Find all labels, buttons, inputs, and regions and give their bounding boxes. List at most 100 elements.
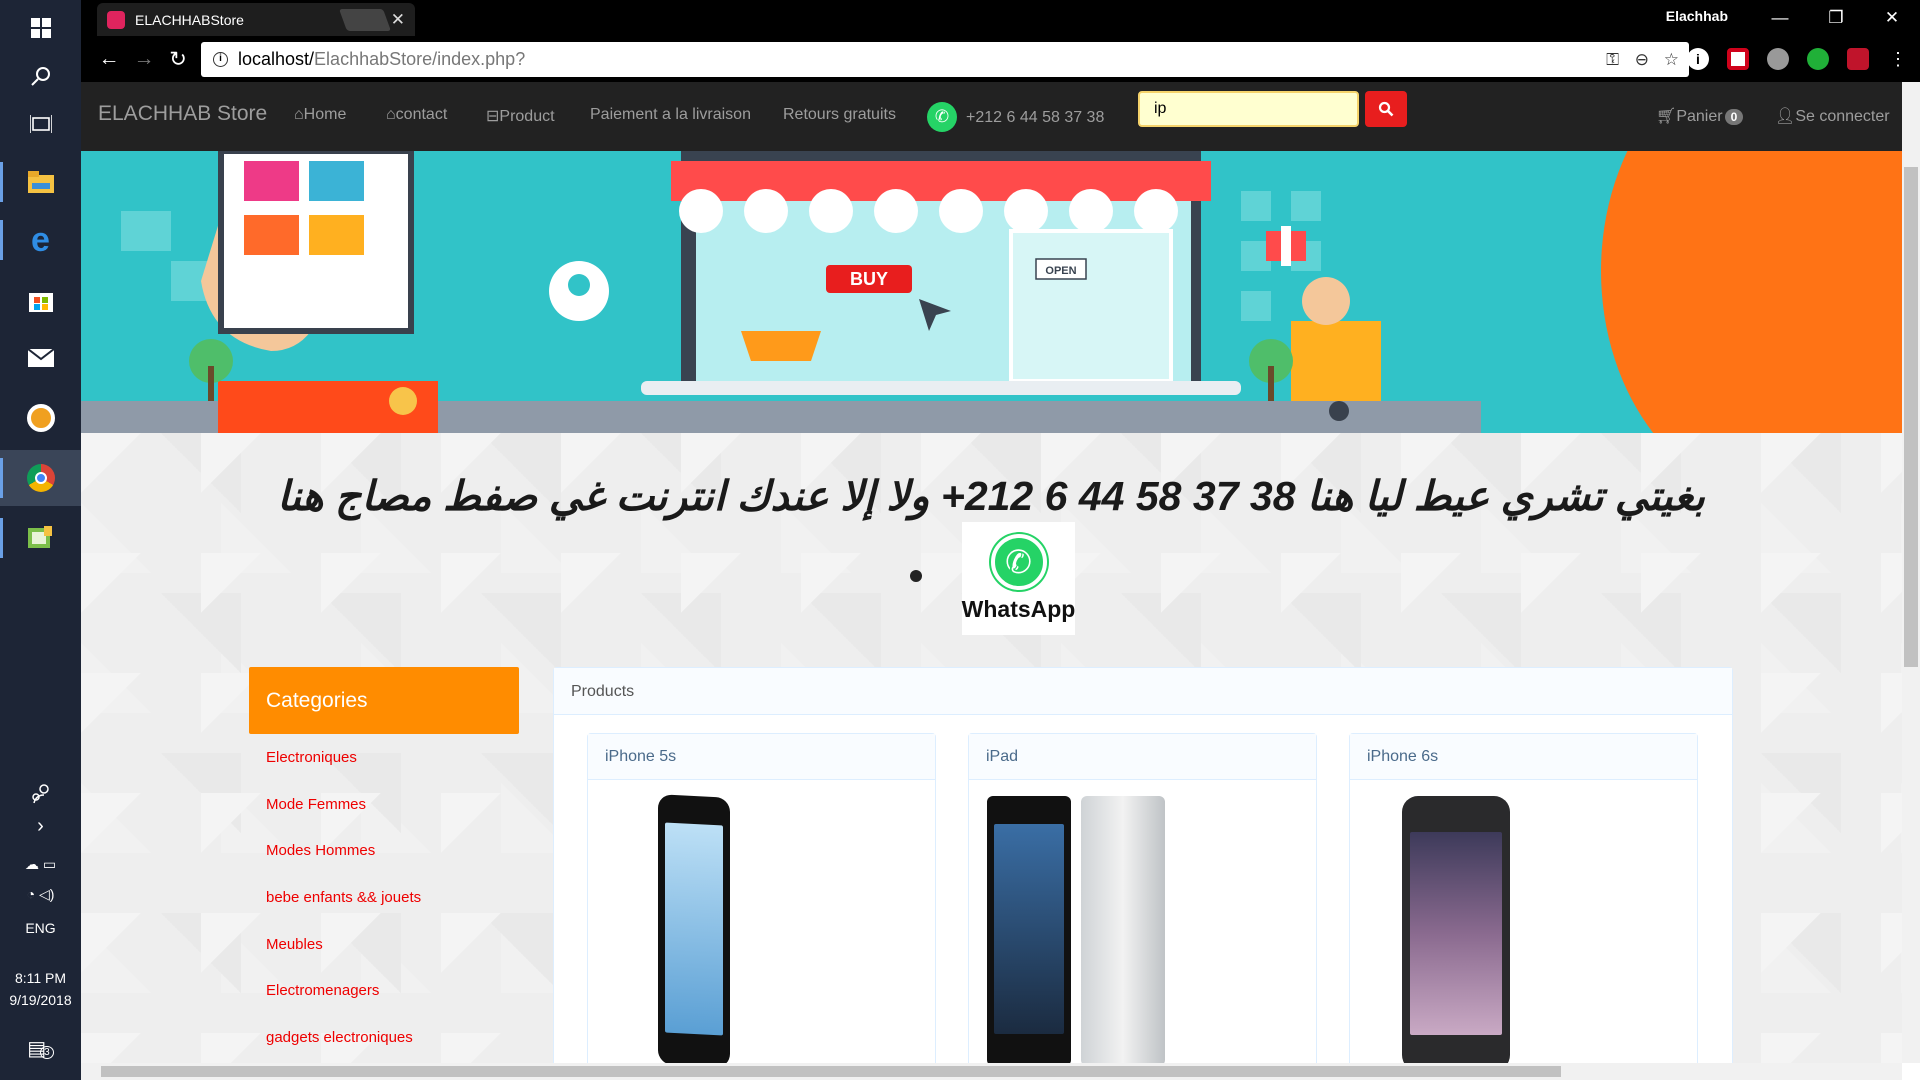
cart-icon: 🛒︎	[1656, 108, 1677, 125]
reload-icon[interactable]: ↻	[165, 46, 191, 72]
network-volume-icon[interactable]: ◔ ◁)	[0, 886, 81, 903]
whatsapp-phone-icon: ✆	[990, 534, 1047, 590]
clock-time[interactable]: 8:11 PM	[0, 970, 81, 986]
restore-icon[interactable]: ❐	[1808, 0, 1864, 36]
close-tab-icon[interactable]: ✕	[391, 10, 405, 30]
clock-date[interactable]: 9/19/2018	[0, 992, 81, 1008]
back-icon[interactable]: ←	[96, 46, 122, 72]
whatsapp-label: WhatsApp	[961, 596, 1076, 622]
cart-label: Panier	[1676, 108, 1723, 125]
product-card[interactable]: iPhone 5s	[587, 733, 936, 1063]
language-indicator[interactable]: ENG	[0, 920, 81, 936]
chrome-icon[interactable]	[0, 450, 81, 506]
category-link[interactable]: bebe enfants && jouets	[266, 889, 421, 906]
chrome-window: ELACHHABStore ✕ Elachhab — ❐ ✕ ← → ↻ i l…	[81, 0, 1920, 1080]
category-link[interactable]: gadgets electroniques	[266, 1029, 413, 1046]
product-image-back[interactable]	[1081, 796, 1165, 1063]
home-icon: ⌂	[294, 106, 304, 123]
chevron-right-icon[interactable]: ›	[0, 806, 81, 846]
nav-contact-label: contact	[395, 106, 448, 123]
key-icon[interactable]: ⚿	[1606, 50, 1619, 70]
brand-link[interactable]: ELACHHAB Store	[98, 102, 267, 126]
mail-icon[interactable]	[0, 330, 81, 386]
product-card[interactable]: iPhone 6s	[1349, 733, 1698, 1063]
url-path: ElachhabStore/index.php?	[314, 49, 526, 69]
nav-cart[interactable]: 🛒︎Panier 0	[1656, 106, 1744, 126]
nav-product-label: Product	[499, 108, 555, 125]
nav-login[interactable]: 👤︎Se connecter	[1775, 106, 1890, 126]
product-image[interactable]	[1402, 796, 1510, 1063]
site-favicon-icon	[107, 10, 125, 29]
close-window-icon[interactable]: ✕	[1864, 0, 1920, 36]
product-name[interactable]: iPad	[969, 734, 1316, 780]
task-view-icon[interactable]	[0, 96, 81, 152]
file-explorer-icon[interactable]	[0, 154, 81, 210]
tab-strip: ELACHHABStore ✕ Elachhab — ❐ ✕	[81, 0, 1920, 36]
buy-sign: BUY	[850, 269, 888, 289]
edge-icon[interactable]: e	[0, 212, 81, 268]
product-image[interactable]	[987, 796, 1071, 1063]
menu-dots-icon[interactable]: ⋮	[1885, 46, 1911, 72]
extension-pocket-icon[interactable]	[1727, 48, 1749, 70]
products-panel: Products iPhone 5s iPad iPhone 6s	[553, 667, 1733, 1063]
cart-count-badge: 0	[1724, 109, 1744, 125]
home-icon: ⌂	[386, 106, 396, 123]
notification-count: 3	[40, 1046, 54, 1059]
open-sign: OPEN	[1045, 265, 1076, 277]
search-input[interactable]	[1138, 91, 1359, 127]
extension-info-icon[interactable]: i	[1687, 48, 1709, 70]
info-icon[interactable]: i	[213, 52, 228, 67]
category-link[interactable]: Meubles	[266, 936, 323, 953]
zoom-icon[interactable]: ⊖	[1635, 50, 1649, 70]
nav-returns[interactable]: Retours gratuits	[783, 106, 896, 124]
new-tab-button[interactable]	[338, 9, 392, 31]
user-icon: 👤︎	[1775, 108, 1796, 125]
forward-icon[interactable]: →	[131, 46, 157, 72]
minimize-icon[interactable]: —	[1752, 0, 1808, 36]
browser-toolbar: ← → ↻ i localhost/ElachhabStore/index.ph…	[81, 36, 1920, 82]
bookmark-star-icon[interactable]: ☆	[1664, 50, 1679, 70]
windows-taskbar: e › ☁ ▭ ◔ ◁) ENG 8:11 PM 9/19/2018 ▤3	[0, 0, 81, 1080]
extension-chat-icon[interactable]	[1767, 48, 1789, 70]
store-icon[interactable]	[0, 272, 81, 328]
product-card[interactable]: iPad	[968, 733, 1317, 1063]
profile-name[interactable]: Elachhab	[1666, 8, 1728, 24]
category-link[interactable]: Electromenagers	[266, 982, 379, 999]
horizontal-scrollbar[interactable]	[81, 1063, 1902, 1080]
nav-payment[interactable]: Paiement a la livraison	[590, 106, 751, 124]
nav-product[interactable]: ⊟Product	[486, 106, 555, 126]
extension-shield-icon[interactable]	[1847, 48, 1869, 70]
horizontal-scroll-thumb[interactable]	[101, 1066, 1561, 1077]
tray-icons[interactable]: ☁ ▭	[0, 856, 81, 873]
tab-title: ELACHHABStore	[135, 11, 244, 28]
web-page: ELACHHAB Store ⌂Home ⌂contact ⊟Product P…	[81, 82, 1902, 1063]
products-title: Products	[554, 668, 1732, 715]
hero-headline: بغيتي تشري عيط ليا هنا 38 37 58 44 6 212…	[277, 473, 1705, 519]
search-button[interactable]	[1365, 91, 1407, 127]
bullet-dot	[910, 570, 922, 582]
product-image[interactable]	[658, 794, 730, 1063]
app-shield-icon[interactable]	[0, 390, 81, 446]
category-link[interactable]: Electroniques	[266, 749, 357, 766]
image-editor-icon[interactable]	[0, 510, 81, 566]
category-link[interactable]: Mode Femmes	[266, 796, 366, 813]
vertical-scrollbar[interactable]	[1902, 82, 1920, 1063]
product-icon: ⊟	[486, 108, 500, 125]
notification-center-icon[interactable]: ▤3	[0, 1036, 81, 1061]
nav-phone[interactable]: +212 6 44 58 37 38	[966, 109, 1104, 127]
url-host: localhost/	[238, 49, 315, 69]
whatsapp-logo[interactable]: ✆ WhatsApp	[962, 522, 1075, 635]
nav-contact[interactable]: ⌂contact	[386, 106, 447, 124]
category-link[interactable]: Modes Hommes	[266, 842, 375, 859]
hero-banner: BUY OPEN	[81, 151, 1902, 433]
extension-search-icon[interactable]	[1807, 48, 1829, 70]
nav-home-label: Home	[303, 106, 347, 123]
product-name[interactable]: iPhone 5s	[588, 734, 935, 780]
categories-header: Categories	[249, 667, 519, 734]
address-bar[interactable]: i localhost/ElachhabStore/index.php? ⚿ ⊖…	[201, 42, 1689, 77]
vertical-scroll-thumb[interactable]	[1904, 167, 1918, 667]
whatsapp-icon[interactable]: ✆	[927, 102, 957, 132]
search-icon	[1378, 101, 1394, 117]
product-name[interactable]: iPhone 6s	[1350, 734, 1697, 780]
nav-home[interactable]: ⌂Home	[294, 106, 346, 124]
